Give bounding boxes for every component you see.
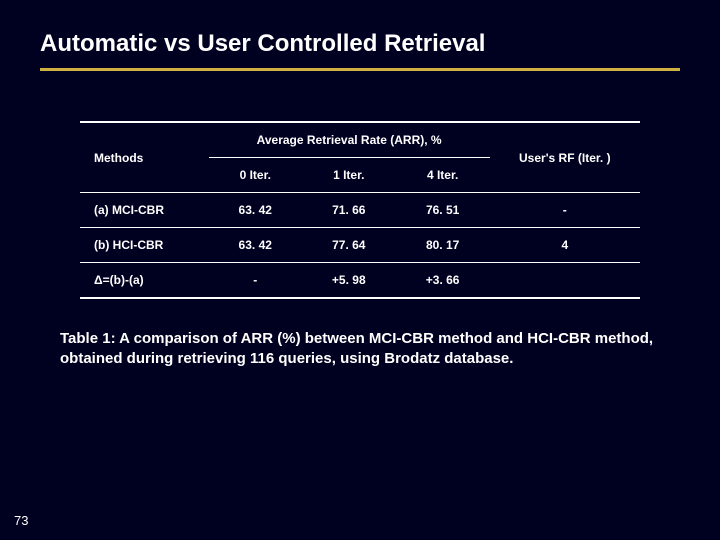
cell-value: 80. 17: [396, 228, 490, 263]
cell-value: -: [209, 263, 302, 299]
table-row: (b) HCI-CBR 63. 42 77. 64 80. 17 4: [80, 228, 640, 263]
table-row: Δ=(b)-(a) - +5. 98 +3. 66: [80, 263, 640, 299]
cell-method: (a) MCI-CBR: [80, 193, 209, 228]
cell-value: 76. 51: [396, 193, 490, 228]
cell-value: +3. 66: [396, 263, 490, 299]
table-caption: Table 1: A comparison of ARR (%) between…: [60, 329, 660, 370]
slide: Automatic vs User Controlled Retrieval M…: [0, 0, 720, 540]
title-underline: [40, 68, 680, 71]
col-methods: Methods: [80, 122, 209, 193]
page-number: 73: [14, 513, 28, 528]
table-container: Methods Average Retrieval Rate (ARR), % …: [80, 121, 640, 299]
page-title: Automatic vs User Controlled Retrieval: [40, 30, 680, 58]
col-user-rf: User's RF (Iter. ): [490, 122, 640, 193]
subcol-0iter: 0 Iter.: [209, 158, 302, 193]
cell-value: 4: [490, 228, 640, 263]
cell-method: Δ=(b)-(a): [80, 263, 209, 299]
cell-value: 63. 42: [209, 193, 302, 228]
cell-value: +5. 98: [302, 263, 396, 299]
subcol-1iter: 1 Iter.: [302, 158, 396, 193]
table-row: (a) MCI-CBR 63. 42 71. 66 76. 51 -: [80, 193, 640, 228]
subcol-4iter: 4 Iter.: [396, 158, 490, 193]
table-header-row: Methods Average Retrieval Rate (ARR), % …: [80, 122, 640, 158]
cell-value: -: [490, 193, 640, 228]
col-arr: Average Retrieval Rate (ARR), %: [209, 122, 490, 158]
arr-table: Methods Average Retrieval Rate (ARR), % …: [80, 121, 640, 299]
cell-value: [490, 263, 640, 299]
cell-value: 71. 66: [302, 193, 396, 228]
cell-value: 77. 64: [302, 228, 396, 263]
cell-value: 63. 42: [209, 228, 302, 263]
cell-method: (b) HCI-CBR: [80, 228, 209, 263]
